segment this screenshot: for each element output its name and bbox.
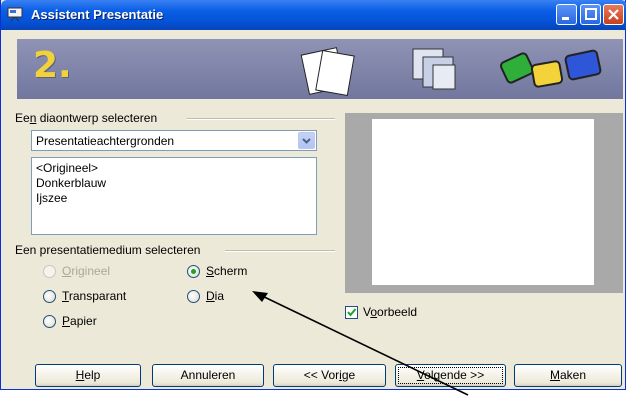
annotation-arrow	[252, 291, 469, 396]
